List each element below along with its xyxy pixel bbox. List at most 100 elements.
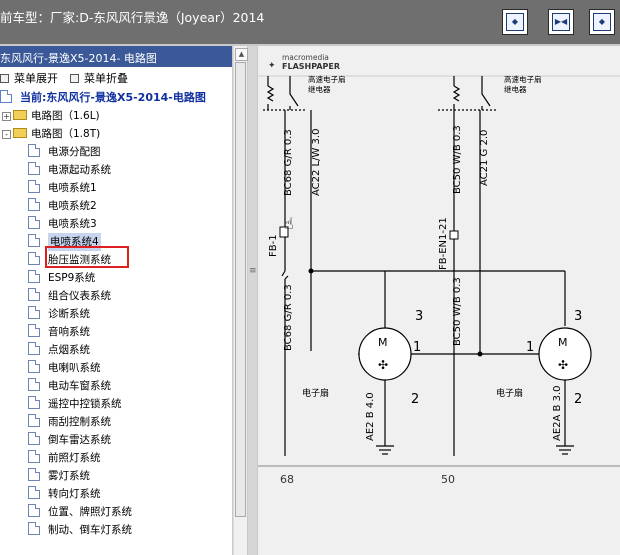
scroll-thumb[interactable]	[235, 62, 246, 517]
tree-item[interactable]: 制动、倒车灯系统	[28, 521, 132, 539]
collapse-menu-button[interactable]: 菜单折叠	[70, 70, 128, 86]
hand-cursor-icon: ☝	[284, 214, 294, 233]
folder-label: 电路图（1.8T)	[31, 128, 101, 140]
tree-item-label: 遥控中控锁系统	[48, 398, 122, 410]
document-icon	[28, 360, 40, 373]
page-ref-left: 68	[280, 473, 294, 486]
tree-item-label: 电喇叭系统	[48, 362, 101, 374]
svg-text:FB-1: FB-1	[268, 234, 279, 257]
tree-root[interactable]: 当前:东风风行-景逸X5-2014-电路图	[0, 89, 206, 107]
svg-text:3: 3	[574, 309, 582, 324]
document-icon	[28, 432, 40, 445]
expand-icon	[0, 74, 9, 83]
tree-item-label: 位置、牌照灯系统	[48, 506, 132, 518]
fit-page-button[interactable]: ▶◀	[548, 9, 574, 35]
next-page-icon: ◆	[593, 13, 611, 31]
tree-item[interactable]: 诊断系统	[28, 305, 90, 323]
expand-menu-label: 菜单展开	[14, 72, 58, 85]
tree-item[interactable]: 点烟系统	[28, 341, 90, 359]
folder-icon	[13, 110, 27, 120]
document-icon	[28, 522, 40, 535]
tree-item-label: 电喷系统2	[48, 200, 97, 212]
tree-item-label: 制动、倒车灯系统	[48, 524, 132, 536]
tree-item[interactable]: 雨刮控制系统	[28, 413, 111, 431]
expand-toggle-icon[interactable]: +	[2, 112, 11, 121]
circuit-diagram: ✦ macromedia FLASHPAPER 高速电子扇继电器 高速电子扇继电…	[258, 46, 620, 555]
page-ref-right: 50	[441, 473, 455, 486]
tree-toolbar: 菜单展开 菜单折叠	[0, 67, 232, 87]
fit-width-button[interactable]: ◆	[502, 9, 528, 35]
logo-icon: ✦	[268, 61, 276, 71]
tree-item[interactable]: 雾灯系统	[28, 467, 90, 485]
document-icon	[28, 450, 40, 463]
next-page-button[interactable]: ◆	[589, 9, 615, 35]
expand-toggle-icon[interactable]: -	[2, 130, 11, 139]
svg-text:AC22 L/W 3.0: AC22 L/W 3.0	[311, 129, 322, 196]
folder-label: 电路图（1.6L)	[31, 110, 100, 122]
tree-folder[interactable]: + 电路图（1.6L)	[2, 107, 100, 125]
tree-item[interactable]: 倒车雷达系统	[28, 431, 111, 449]
tree-item[interactable]: 音响系统	[28, 323, 90, 341]
tree-item-label: 电喷系统1	[48, 182, 97, 194]
tree-item-label: 倒车雷达系统	[48, 434, 111, 446]
tree-item[interactable]: 电源分配图	[28, 143, 101, 161]
pane-splitter[interactable]: ≡	[248, 46, 257, 555]
tree-scrollbar[interactable]: ▲	[233, 46, 248, 555]
svg-text:FB-EN1-21: FB-EN1-21	[438, 217, 449, 270]
fan-label-right: 电子扇	[496, 387, 523, 399]
pane-header: 东风风行-景逸X5-2014- 电路图	[0, 46, 232, 67]
tree-item[interactable]: 电喷系统2	[28, 197, 97, 215]
tree-item[interactable]: 转向灯系统	[28, 485, 101, 503]
expand-menu-button[interactable]: 菜单展开	[0, 70, 58, 86]
document-icon	[28, 216, 40, 229]
tree-item[interactable]: 组合仪表系统	[28, 287, 111, 305]
tree-item-label: 点烟系统	[48, 344, 90, 356]
window-title: 前车型：厂家:D-东风风行景逸（Joyear）2014	[0, 10, 265, 25]
tree-item[interactable]: 遥控中控锁系统	[28, 395, 122, 413]
tree-item-label: 转向灯系统	[48, 488, 101, 500]
svg-text:1: 1	[526, 340, 534, 355]
svg-text:BC50 W/B 0.3: BC50 W/B 0.3	[452, 125, 463, 194]
title-bar: 前车型：厂家:D-东风风行景逸（Joyear）2014 ◆ ▶◀ ◆	[0, 0, 620, 44]
scroll-up-icon[interactable]: ▲	[235, 48, 248, 61]
tree-item-label: 雾灯系统	[48, 470, 90, 482]
document-icon	[28, 504, 40, 517]
document-icon	[28, 306, 40, 319]
fan-right-icon: ✣	[558, 358, 568, 372]
splitter-grip-icon: ≡	[249, 266, 257, 276]
svg-text:1: 1	[413, 340, 421, 355]
tree-item-label: 电源分配图	[48, 146, 101, 158]
document-icon	[28, 396, 40, 409]
svg-text:BC68 G/R 0.3: BC68 G/R 0.3	[283, 129, 294, 196]
tree-item[interactable]: ESP9系统	[28, 269, 95, 287]
document-icon	[28, 252, 40, 265]
selection-highlight	[45, 246, 129, 268]
tree-item[interactable]: 前照灯系统	[28, 449, 101, 467]
tree-item[interactable]: 电喷系统1	[28, 179, 97, 197]
svg-text:2: 2	[411, 392, 419, 407]
tree-item[interactable]: 电动车窗系统	[28, 377, 111, 395]
document-icon	[28, 144, 40, 157]
document-icon	[28, 324, 40, 337]
tree-item-label: 音响系统	[48, 326, 90, 338]
folder-icon	[13, 128, 27, 138]
tree-item[interactable]: 电喷系统3	[28, 215, 97, 233]
document-icon	[28, 270, 40, 283]
document-icon	[28, 198, 40, 211]
logo-line2: FLASHPAPER	[282, 62, 340, 71]
document-icon	[28, 468, 40, 481]
fan-label-left: 电子扇	[302, 387, 329, 399]
tree-folder[interactable]: - 电路图（1.8T)	[2, 125, 100, 143]
document-icon	[28, 378, 40, 391]
tree-item[interactable]: 电喇叭系统	[28, 359, 101, 377]
motor-right-letter: M	[558, 336, 568, 349]
tree-item[interactable]: 位置、牌照灯系统	[28, 503, 132, 521]
tree-item-label: 电动车窗系统	[48, 380, 111, 392]
document-icon	[28, 180, 40, 193]
fan-left-icon: ✣	[378, 358, 388, 372]
tree-root-label: 当前:东风风行-景逸X5-2014-电路图	[20, 91, 206, 104]
document-icon	[28, 234, 40, 247]
tree-item-label: ESP9系统	[48, 272, 96, 284]
document-icon	[28, 288, 40, 301]
tree-item[interactable]: 电源起动系统	[28, 161, 111, 179]
